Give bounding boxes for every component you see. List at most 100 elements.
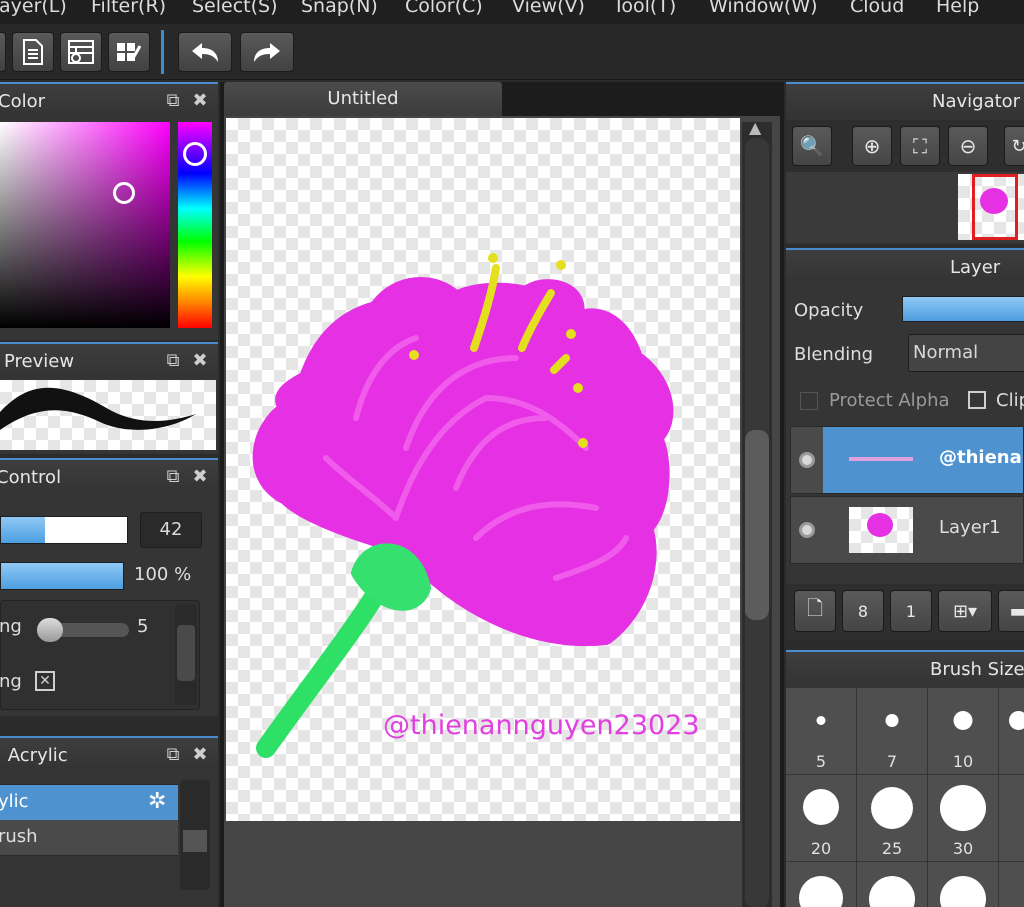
layer-opacity-slider[interactable] xyxy=(902,296,1024,322)
new-8bit-layer-button[interactable]: 8 xyxy=(842,590,884,632)
gear-icon[interactable]: ✲ xyxy=(148,789,166,814)
zoom-out-button[interactable]: ⊖ xyxy=(948,126,988,166)
hue-handle[interactable] xyxy=(183,142,207,166)
menu-filter[interactable]: Filter(R) xyxy=(91,0,166,17)
brush-list-header: : Acrylic ⧉ ✖ xyxy=(0,736,218,772)
zoom-in-button[interactable]: ⊕ xyxy=(852,126,892,166)
layer-visibility-cell xyxy=(791,427,823,493)
close-icon[interactable]: ✖ xyxy=(191,92,209,110)
brush-size-cell[interactable]: 30 xyxy=(928,775,998,861)
brush-list-item[interactable]: rush xyxy=(0,820,178,856)
new-1bit-layer-button[interactable]: 1 xyxy=(890,590,932,632)
color-panel-title: Color xyxy=(0,91,45,112)
popout-icon[interactable]: ⧉ xyxy=(164,746,182,764)
canvas-vertical-scrollbar[interactable]: ▲ xyxy=(742,118,772,907)
brush-size-value: 5 xyxy=(815,752,827,771)
brush-opacity-value: 100 % xyxy=(134,564,192,585)
menu-layer[interactable]: ayer(L) xyxy=(0,0,67,17)
canvas-workspace: Untitled @thienannguyen23023 ▲ xyxy=(220,82,784,907)
document-tab[interactable]: Untitled xyxy=(224,82,502,116)
brush-size-cell[interactable] xyxy=(999,862,1024,907)
close-icon[interactable]: ✖ xyxy=(191,746,209,764)
protect-alpha-label: Protect Alpha xyxy=(829,390,950,411)
fit-screen-button[interactable]: ⛶ xyxy=(900,126,940,166)
redo-button[interactable] xyxy=(240,32,294,72)
brush-size-cell[interactable]: 20 xyxy=(786,775,856,861)
color-saturation-picker[interactable] xyxy=(0,122,170,328)
popout-icon[interactable]: ⧉ xyxy=(164,92,182,110)
brush-options-box: ng 5 ng ✕ xyxy=(0,600,200,710)
menu-select[interactable]: Select(S) xyxy=(192,0,278,17)
undo-icon xyxy=(192,43,218,62)
option-slider[interactable] xyxy=(37,618,129,642)
grid-settings-button[interactable] xyxy=(108,32,150,72)
scroll-up-icon[interactable]: ▲ xyxy=(749,118,761,137)
brush-list-scroll-thumb[interactable] xyxy=(183,830,207,852)
rotate-button[interactable]: ↻ xyxy=(1004,126,1024,166)
flower-petals xyxy=(252,277,674,647)
brush-control-panel: Control ⧉ ✖ 42 100 % ng 5 ng ✕ xyxy=(0,458,218,716)
menu-cloud[interactable]: Cloud xyxy=(850,0,904,17)
menu-tool[interactable]: Tool(T) xyxy=(613,0,676,17)
layout-button[interactable] xyxy=(60,32,102,72)
brush-size-cell[interactable] xyxy=(857,862,927,907)
close-icon[interactable]: ✖ xyxy=(191,468,209,486)
brush-dot xyxy=(940,785,986,831)
preview-panel-header: Preview ⧉ ✖ xyxy=(0,342,218,378)
undo-button[interactable] xyxy=(178,32,232,72)
color-picker-handle[interactable] xyxy=(113,182,135,204)
add-layer-menu-button[interactable]: ⊞▾ xyxy=(938,590,992,632)
menu-help[interactable]: Help xyxy=(936,0,979,17)
folder-icon: ▬ xyxy=(1009,600,1024,622)
protect-alpha-checkbox[interactable] xyxy=(800,392,818,410)
menu-snap[interactable]: Snap(N) xyxy=(301,0,378,17)
clip-checkbox[interactable] xyxy=(968,391,986,409)
menu-bar: ayer(L) Filter(R) Select(S) Snap(N) Colo… xyxy=(0,0,1024,24)
brush-list-scrollbar[interactable] xyxy=(180,780,210,890)
menu-color[interactable]: Color(C) xyxy=(405,0,483,17)
popout-icon[interactable]: ⧉ xyxy=(164,468,182,486)
color-panel: Color ⧉ ✖ xyxy=(0,82,218,340)
brush-size-cell[interactable] xyxy=(928,862,998,907)
navigator-header: Navigator xyxy=(786,82,1024,118)
brush-size-title: Brush Size xyxy=(930,659,1024,680)
option-checkbox[interactable]: ✕ xyxy=(35,671,55,691)
brush-size-cell[interactable] xyxy=(999,775,1024,861)
layout-grid-icon xyxy=(68,40,94,64)
new-folder-button[interactable]: ▬ xyxy=(998,590,1024,632)
brush-opacity-slider[interactable] xyxy=(0,562,124,590)
brush-size-cell[interactable] xyxy=(999,688,1024,774)
brush-size-cell[interactable]: 7 xyxy=(857,688,927,774)
option-slider-knob[interactable] xyxy=(37,618,63,642)
navigator-thumbnail[interactable] xyxy=(958,174,1024,240)
brush-size-cell[interactable]: 5 xyxy=(786,688,856,774)
brush-size-slider[interactable] xyxy=(0,516,128,544)
zoom-actual-button[interactable]: 🔍 xyxy=(792,126,832,166)
popout-icon[interactable]: ⧉ xyxy=(164,352,182,370)
drawing-canvas[interactable]: @thienannguyen23023 xyxy=(226,118,740,821)
options-scrollbar[interactable] xyxy=(175,605,197,705)
hue-slider[interactable] xyxy=(178,122,212,328)
visibility-icon[interactable] xyxy=(799,522,815,538)
new-file-button[interactable] xyxy=(12,32,54,72)
brush-size-cell[interactable]: 25 xyxy=(857,775,927,861)
layer-row[interactable]: @thiena xyxy=(790,426,1024,494)
brush-size-cell[interactable] xyxy=(786,862,856,907)
menu-view[interactable]: View(V) xyxy=(512,0,585,17)
new-layer-button[interactable]: 🗋 xyxy=(794,590,836,632)
toolbar-button-partial[interactable] xyxy=(0,32,6,72)
brush-dot xyxy=(816,716,826,725)
layer-row[interactable]: Layer1 xyxy=(790,496,1024,564)
clip-label: Clip xyxy=(996,390,1024,411)
brush-size-cell[interactable]: 10 xyxy=(928,688,998,774)
visibility-icon[interactable] xyxy=(799,452,815,468)
scroll-thumb[interactable] xyxy=(745,430,769,620)
menu-window[interactable]: Window(W) xyxy=(709,0,818,17)
brush-size-input[interactable]: 42 xyxy=(140,512,202,548)
blending-label: Blending xyxy=(794,344,874,365)
blending-dropdown[interactable]: Normal xyxy=(908,334,1024,372)
options-scroll-thumb[interactable] xyxy=(177,625,195,681)
close-icon[interactable]: ✖ xyxy=(191,352,209,370)
brush-list-item[interactable]: ylic ✲ xyxy=(0,784,178,820)
toolbar-separator xyxy=(161,30,164,74)
